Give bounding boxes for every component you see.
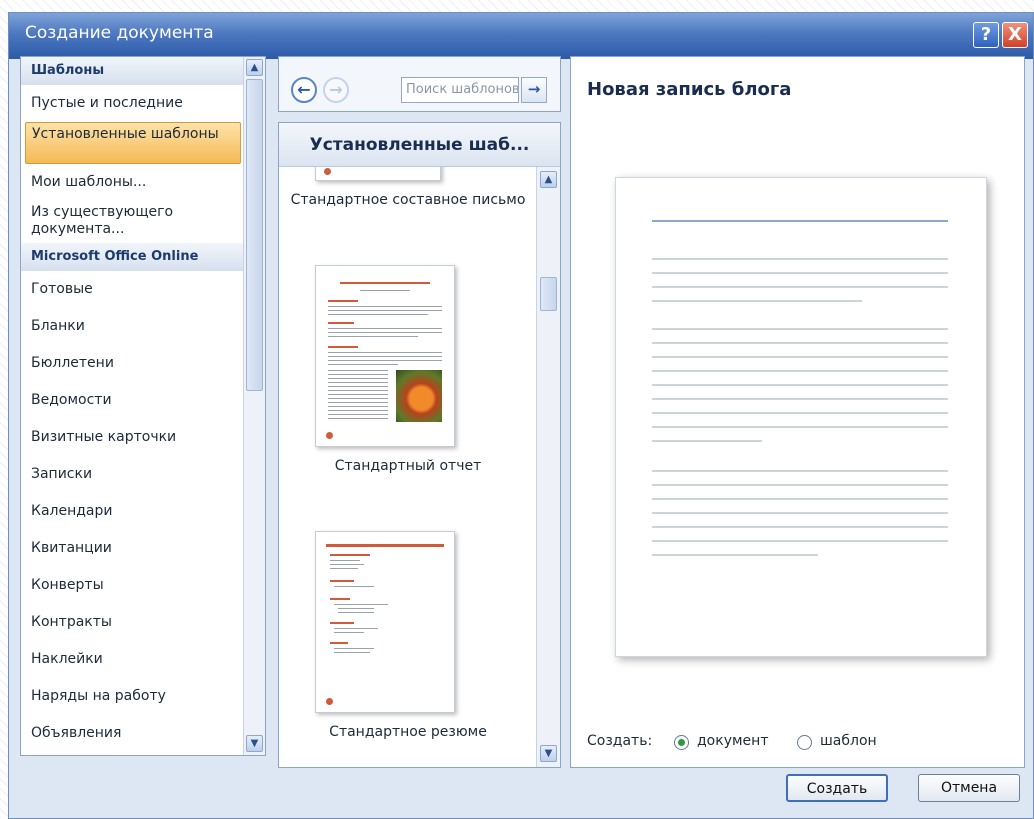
preview-panel: Новая запись блога Создать: документ шаб… bbox=[570, 56, 1025, 768]
create-as-label: Создать: bbox=[587, 733, 653, 749]
scroll-thumb[interactable] bbox=[540, 277, 557, 311]
back-arrow-icon[interactable]: ← bbox=[291, 77, 317, 103]
scroll-down-icon[interactable]: ▼ bbox=[540, 745, 557, 762]
category-item[interactable]: Ведомости bbox=[21, 382, 243, 419]
template-label[interactable]: Стандартное резюме bbox=[279, 723, 537, 741]
preview-title: Новая запись блога bbox=[587, 79, 792, 100]
categories-scrollbar[interactable]: ▲ ▼ bbox=[243, 57, 265, 755]
template-thumbnail[interactable] bbox=[315, 531, 455, 713]
category-item[interactable]: Квитанции bbox=[21, 530, 243, 567]
category-item[interactable]: Контракты bbox=[21, 604, 243, 641]
category-item[interactable]: Бюллетени bbox=[21, 345, 243, 382]
create-button[interactable]: Создать bbox=[786, 774, 888, 802]
category-item-selected[interactable]: Установленные шаблоны bbox=[25, 122, 241, 164]
category-item[interactable]: Визитные карточки bbox=[21, 419, 243, 456]
categories-list: Шаблоны Пустые и последние Установленные… bbox=[21, 57, 243, 752]
templates-scrollbar[interactable]: ▲ ▼ bbox=[536, 167, 560, 767]
scroll-up-icon[interactable]: ▲ bbox=[246, 59, 263, 76]
scroll-thumb[interactable] bbox=[246, 79, 263, 391]
template-label[interactable]: Стандартный отчет bbox=[279, 457, 537, 475]
tulip-photo bbox=[396, 370, 442, 422]
preview-page bbox=[615, 177, 987, 657]
dialog-title: Создание документа bbox=[25, 23, 214, 43]
title-bar[interactable]: Создание документа ? X bbox=[9, 13, 1033, 59]
templates-panel: Установленные шаб... Стандартное составн… bbox=[278, 122, 561, 768]
cancel-button[interactable]: Отмена bbox=[918, 774, 1020, 802]
document-radio-label[interactable]: документ bbox=[697, 733, 768, 749]
category-item[interactable]: Бланки bbox=[21, 308, 243, 345]
template-radio[interactable] bbox=[797, 735, 812, 750]
scroll-up-icon[interactable]: ▲ bbox=[540, 171, 557, 188]
category-item[interactable]: Мои шаблоны... bbox=[21, 164, 243, 201]
navigation-toolbar: ← → Поиск шаблонов → bbox=[278, 56, 561, 112]
help-button[interactable]: ? bbox=[973, 22, 999, 48]
category-item[interactable]: Готовые bbox=[21, 271, 243, 308]
template-radio-label[interactable]: шаблон bbox=[820, 733, 877, 749]
template-search-input[interactable]: Поиск шаблонов bbox=[401, 77, 519, 103]
templates-section-header: Шаблоны bbox=[21, 57, 243, 85]
categories-panel: Шаблоны Пустые и последние Установленные… bbox=[20, 56, 266, 756]
template-thumbnail[interactable] bbox=[315, 265, 455, 447]
category-item[interactable]: Наряды на работу bbox=[21, 678, 243, 715]
online-section-header: Microsoft Office Online bbox=[21, 243, 243, 271]
category-item[interactable]: Из существующего документа... bbox=[21, 201, 243, 243]
category-item[interactable]: Конверты bbox=[21, 567, 243, 604]
category-item[interactable]: Календари bbox=[21, 493, 243, 530]
category-item[interactable]: Объявления bbox=[21, 715, 243, 752]
category-item[interactable]: Записки bbox=[21, 456, 243, 493]
document-radio[interactable] bbox=[674, 735, 689, 750]
forward-arrow-icon[interactable]: → bbox=[323, 77, 349, 103]
search-go-icon[interactable]: → bbox=[521, 77, 547, 103]
category-item[interactable]: Наклейки bbox=[21, 641, 243, 678]
category-item[interactable]: Пустые и последние bbox=[21, 85, 243, 122]
templates-list: Стандартное составное письмо Стандартный… bbox=[279, 167, 537, 767]
close-button[interactable]: X bbox=[1002, 22, 1028, 48]
template-label[interactable]: Стандартное составное письмо bbox=[279, 191, 537, 209]
templates-panel-header: Установленные шаб... bbox=[279, 123, 560, 167]
scroll-down-icon[interactable]: ▼ bbox=[246, 735, 263, 752]
template-thumbnail[interactable] bbox=[315, 167, 441, 181]
